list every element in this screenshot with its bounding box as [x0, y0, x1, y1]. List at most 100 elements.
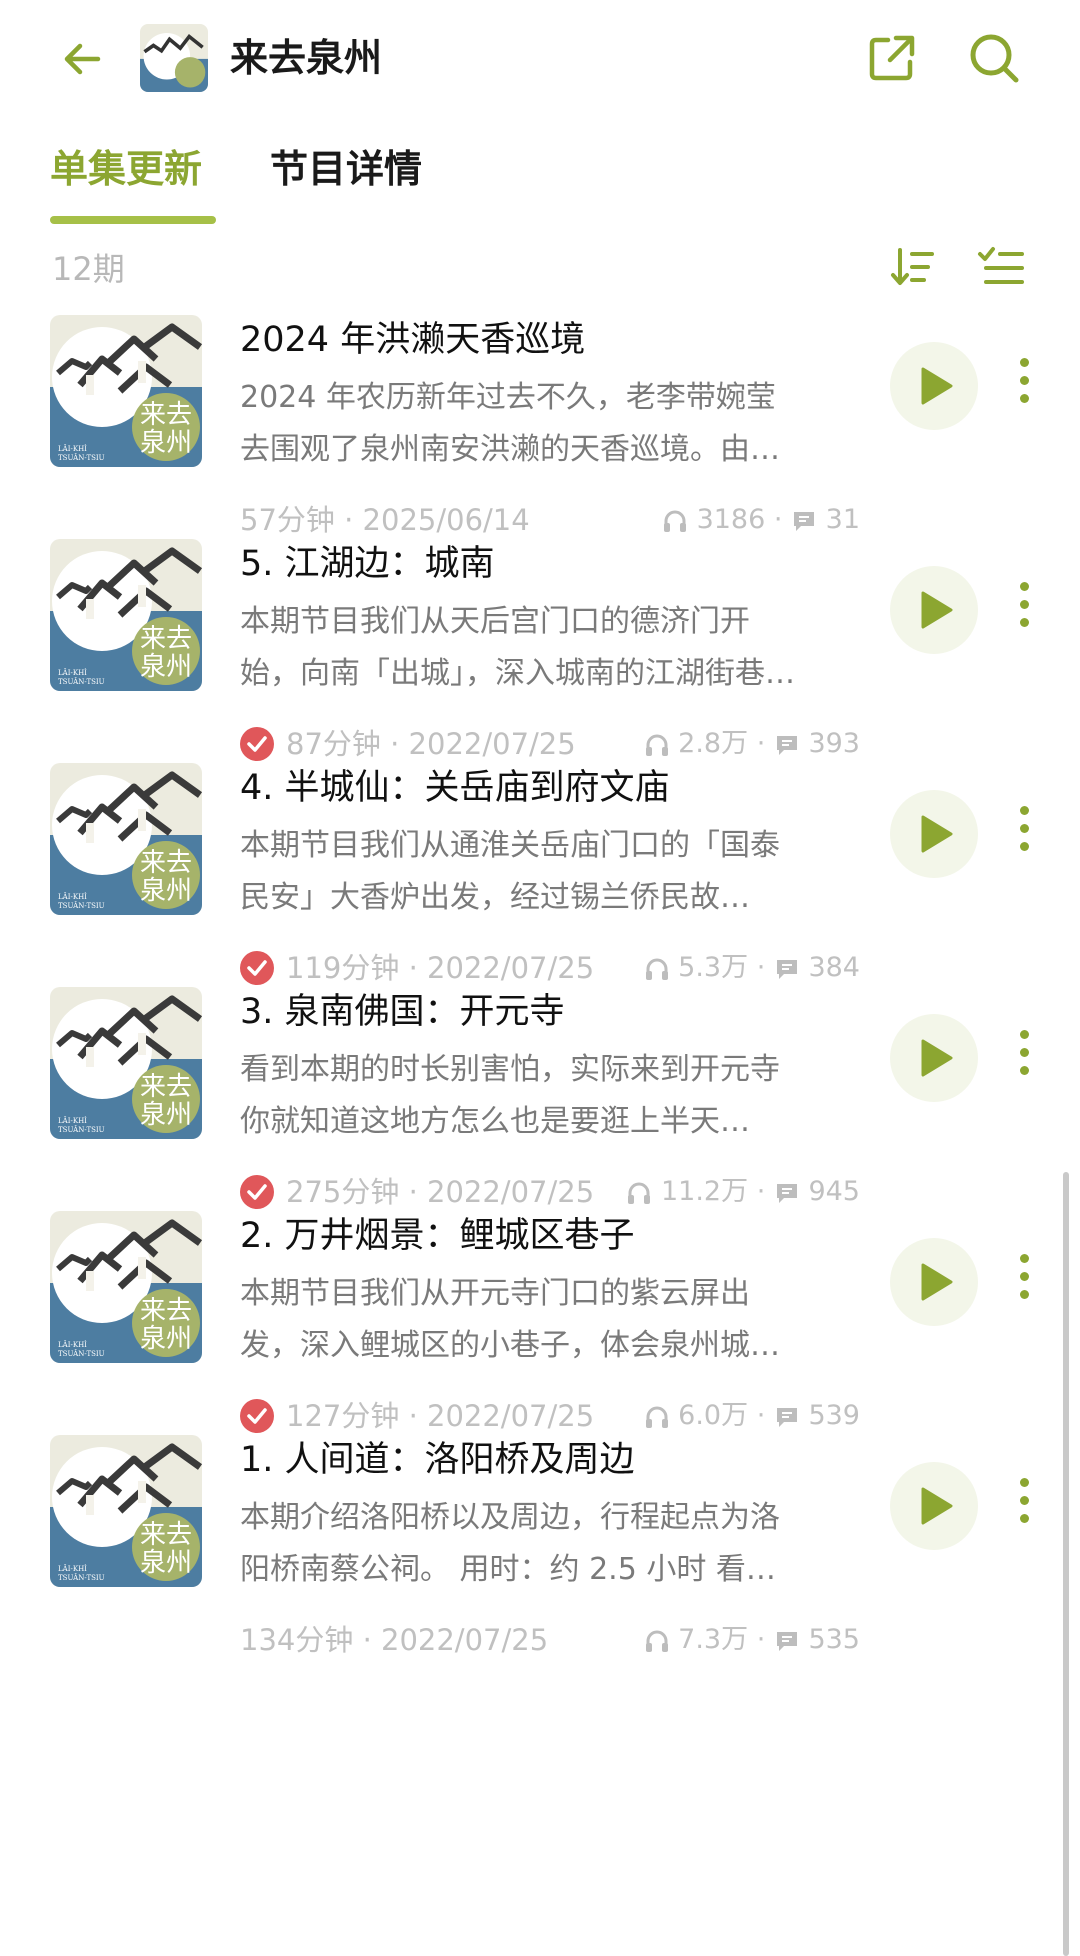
episode-title: 1. 人间道：洛阳桥及周边	[240, 1440, 635, 1480]
svg-text:泉州: 泉州	[140, 876, 192, 906]
podcast-page: 来去泉州 单集更新 节目详情 12期 来去 泉州 LÂI-KHÌ TSUÂN-T…	[0, 0, 1080, 1956]
episode-title: 2. 万井烟景：鲤城区巷子	[240, 1216, 635, 1256]
more-options-button[interactable]	[1010, 1478, 1038, 1534]
play-count: 2.8万	[678, 728, 749, 759]
episode-description-line: 始，向南「出城」，深入城南的江湖街巷…	[240, 656, 795, 691]
play-button[interactable]	[890, 1462, 978, 1550]
episode-cover: 来去 泉州 LÂI-KHÌ TSUÂN-TSIU	[50, 1211, 202, 1363]
svg-text:泉州: 泉州	[140, 652, 192, 682]
episode-description-line: 发，深入鲤城区的小巷子，体会泉州城…	[240, 1328, 780, 1363]
scrollbar[interactable]	[1063, 1172, 1069, 1956]
episode-title: 5. 江湖边：城南	[240, 544, 495, 584]
back-arrow-icon	[64, 43, 101, 75]
more-dot	[1019, 600, 1029, 609]
comment-icon	[776, 1183, 797, 1203]
svg-text:LÂI-KHÌ: LÂI-KHÌ	[58, 1340, 87, 1349]
episode-description-line: 本期节目我们从通淮关岳庙门口的「国泰	[240, 828, 780, 863]
svg-text:来去: 来去	[140, 1072, 192, 1102]
play-icon	[921, 1039, 953, 1077]
svg-text:TSUÂN-TSIU: TSUÂN-TSIU	[58, 453, 105, 462]
more-dot	[1019, 618, 1029, 627]
play-icon	[921, 1263, 953, 1301]
play-icon	[921, 815, 953, 853]
episode-description-line: 本期介绍洛阳桥以及周边，行程起点为洛	[240, 1500, 780, 1535]
headphones-icon	[628, 1182, 651, 1204]
episode-description-line: 看到本期的时长别害怕，实际来到开元寺	[240, 1052, 780, 1087]
more-dot	[1019, 582, 1029, 591]
episode-title: 2024 年洪濑天香巡境	[240, 320, 586, 360]
comment-count: 535	[808, 1624, 860, 1655]
back-button[interactable]	[58, 34, 108, 84]
more-options-button[interactable]	[1010, 1254, 1038, 1310]
play-button[interactable]	[890, 1014, 978, 1102]
episode-description: 看到本期的时长别害怕，实际来到开元寺 你就知道这地方怎么也是要逛上半天…	[240, 1044, 860, 1148]
more-options-button[interactable]	[1010, 582, 1038, 638]
episode-description: 本期节目我们从通淮关岳庙门口的「国泰 民安」大香炉出发，经过锡兰侨民故…	[240, 820, 860, 924]
comment-icon	[776, 1407, 797, 1427]
episode-cover: 来去 泉州 LÂI-KHÌ TSUÂN-TSIU	[50, 539, 202, 691]
episode-cover: 来去 泉州 LÂI-KHÌ TSUÂN-TSIU	[50, 987, 202, 1139]
svg-text:泉州: 泉州	[140, 428, 192, 458]
episode-description: 本期节目我们从天后宫门口的德济门开 始，向南「出城」，深入城南的江湖街巷…	[240, 596, 860, 700]
more-dot	[1019, 842, 1029, 851]
more-dot	[1019, 1048, 1029, 1057]
play-button[interactable]	[890, 342, 978, 430]
more-options-button[interactable]	[1010, 806, 1038, 862]
more-dot	[1019, 376, 1029, 385]
play-button[interactable]	[890, 1238, 978, 1326]
more-dot	[1019, 806, 1029, 815]
more-dot	[1019, 1514, 1029, 1523]
play-icon	[921, 591, 953, 629]
episode-description: 本期介绍洛阳桥以及周边，行程起点为洛 阳桥南蔡公祠。 用时：约 2.5 小时 看…	[240, 1492, 860, 1596]
comment-count: 945	[808, 1176, 860, 1207]
episode-description: 2024 年农历新年过去不久，老李带婉莹 去围观了泉州南安洪濑的天香巡境。由…	[240, 372, 860, 476]
episode-cover: 来去 泉州 LÂI-KHÌ TSUÂN-TSIU	[50, 763, 202, 915]
svg-text:TSUÂN-TSIU: TSUÂN-TSIU	[58, 677, 105, 686]
comment-icon	[776, 1631, 797, 1651]
svg-text:来去: 来去	[140, 400, 192, 430]
comment-count: 393	[808, 728, 860, 759]
comment-count: 384	[808, 952, 860, 983]
more-dot	[1019, 394, 1029, 403]
episode-cover: 来去 泉州 LÂI-KHÌ TSUÂN-TSIU	[50, 315, 202, 467]
podcast-cover-thumbnail	[140, 24, 208, 92]
svg-text:泉州: 泉州	[140, 1548, 192, 1578]
search-icon	[970, 34, 1019, 83]
svg-text:TSUÂN-TSIU: TSUÂN-TSIU	[58, 1349, 105, 1358]
svg-text:来去: 来去	[140, 624, 192, 654]
share-button[interactable]	[866, 32, 918, 84]
more-dot	[1019, 1496, 1029, 1505]
svg-text:TSUÂN-TSIU: TSUÂN-TSIU	[58, 1573, 105, 1582]
search-button[interactable]	[966, 30, 1022, 86]
episode-item[interactable]: 来去 泉州 LÂI-KHÌ TSUÂN-TSIU 1. 人间道：洛阳桥及周边 本…	[0, 1428, 1080, 1707]
more-options-button[interactable]	[1010, 358, 1038, 414]
comment-icon	[794, 511, 815, 531]
svg-text:LÂI-KHÌ: LÂI-KHÌ	[58, 1116, 87, 1125]
episode-description-line: 本期节目我们从天后宫门口的德济门开	[240, 604, 750, 639]
more-options-button[interactable]	[1010, 1030, 1038, 1086]
svg-text:TSUÂN-TSIU: TSUÂN-TSIU	[58, 1125, 105, 1134]
tab-details[interactable]: 节目详情	[270, 142, 422, 196]
checklist-icon	[978, 247, 1024, 284]
episode-meta: 134分钟 · 2022/07/25 7.3万 · 535	[240, 1618, 860, 1662]
more-dot	[1019, 1272, 1029, 1281]
list-toolbar: 12期	[0, 236, 1080, 308]
play-button[interactable]	[890, 566, 978, 654]
play-button[interactable]	[890, 790, 978, 878]
comment-icon	[776, 735, 797, 755]
tab-episodes[interactable]: 单集更新	[50, 142, 202, 196]
episode-cover: 来去 泉州 LÂI-KHÌ TSUÂN-TSIU	[50, 1435, 202, 1587]
episode-description-line: 阳桥南蔡公祠。 用时：约 2.5 小时 看…	[240, 1552, 776, 1587]
svg-text:LÂI-KHÌ: LÂI-KHÌ	[58, 444, 87, 453]
headphones-icon	[663, 510, 686, 532]
more-dot	[1019, 824, 1029, 833]
episode-description-line: 你就知道这地方怎么也是要逛上半天…	[240, 1104, 750, 1139]
svg-text:来去: 来去	[140, 848, 192, 878]
episode-title: 3. 泉南佛国：开元寺	[240, 992, 565, 1032]
sort-button[interactable]	[888, 242, 938, 292]
episode-description: 本期节目我们从开元寺门口的紫云屏出 发，深入鲤城区的小巷子，体会泉州城…	[240, 1268, 860, 1372]
batch-select-button[interactable]	[976, 242, 1026, 292]
svg-text:泉州: 泉州	[140, 1100, 192, 1130]
headphones-icon	[645, 1406, 668, 1428]
episode-description-line: 民安」大香炉出发，经过锡兰侨民故…	[240, 880, 750, 915]
